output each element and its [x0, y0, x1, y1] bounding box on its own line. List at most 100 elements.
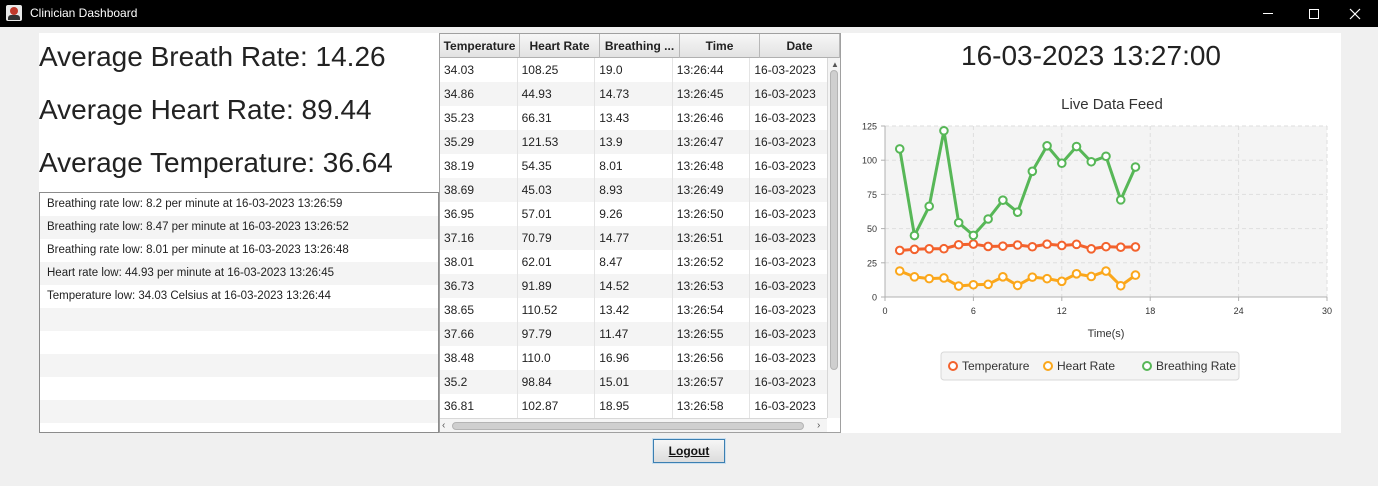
table-cell: 16-03-2023 [750, 322, 828, 346]
legend-label: Heart Rate [1057, 359, 1115, 373]
data-point [1012, 240, 1023, 250]
table-cell: 13:26:50 [673, 202, 751, 226]
data-point [1027, 166, 1038, 177]
alerts-list[interactable]: Breathing rate low: 8.2 per minute at 16… [39, 192, 439, 433]
table-cell: 34.86 [440, 82, 518, 106]
readings-table[interactable]: Temperature Heart Rate Breathing ... Tim… [439, 33, 841, 433]
data-point [998, 195, 1008, 205]
data-point [909, 244, 920, 255]
table-row[interactable]: 35.2 98.84 15.01 13:26:57 16-03-2023 [440, 370, 828, 394]
table-cell: 70.79 [518, 226, 596, 250]
table-cell: 16-03-2023 [750, 346, 828, 370]
table-cell: 45.03 [518, 178, 596, 202]
table-cell: 108.25 [518, 58, 596, 82]
table-cell: 16-03-2023 [750, 226, 828, 250]
table-row[interactable]: 36.81 102.87 18.95 13:26:58 16-03-2023 [440, 394, 828, 418]
table-cell: 15.01 [595, 370, 673, 394]
alert-item[interactable]: Breathing rate low: 8.47 per minute at 1… [40, 216, 438, 239]
column-header-breathing-rate[interactable]: Breathing ... [600, 34, 680, 58]
table-row[interactable]: 35.23 66.31 13.43 13:26:46 16-03-2023 [440, 106, 828, 130]
horizontal-scrollbar[interactable]: ‹ › [440, 418, 827, 432]
table-cell: 57.01 [518, 202, 596, 226]
minimize-button[interactable] [1245, 0, 1291, 27]
column-header-date[interactable]: Date [760, 34, 840, 58]
table-cell: 16-03-2023 [750, 274, 828, 298]
logout-button[interactable]: Logout [652, 438, 726, 464]
y-tick-label: 125 [862, 122, 877, 132]
table-cell: 13:26:48 [673, 154, 751, 178]
close-button[interactable] [1332, 0, 1378, 27]
data-point [1057, 276, 1067, 287]
table-row[interactable]: 36.95 57.01 9.26 13:26:50 16-03-2023 [440, 202, 828, 226]
table-cell: 13.42 [595, 298, 673, 322]
legend-label: Temperature [962, 359, 1030, 373]
column-header-time[interactable]: Time [680, 34, 760, 58]
table-cell: 16-03-2023 [750, 202, 828, 226]
table-row[interactable]: 37.16 70.79 14.77 13:26:51 16-03-2023 [440, 226, 828, 250]
alert-item[interactable]: Breathing rate low: 8.01 per minute at 1… [40, 239, 438, 262]
table-row[interactable]: 34.03 108.25 19.0 13:26:44 16-03-2023 [440, 58, 828, 82]
chart-title: Live Data Feed [1061, 96, 1163, 113]
table-cell: 54.35 [518, 154, 596, 178]
table-cell: 102.87 [518, 394, 596, 418]
table-row[interactable]: 38.19 54.35 8.01 13:26:48 16-03-2023 [440, 154, 828, 178]
data-point [1042, 239, 1052, 249]
table-cell: 110.0 [518, 346, 596, 370]
table-row[interactable]: 36.73 91.89 14.52 13:26:53 16-03-2023 [440, 274, 828, 298]
data-point [894, 266, 905, 276]
scroll-right-icon[interactable]: › [817, 419, 820, 432]
x-tick-label: 30 [1322, 306, 1332, 316]
y-tick-label: 0 [872, 293, 877, 303]
table-cell: 8.01 [595, 154, 673, 178]
data-point [1101, 151, 1111, 162]
table-cell: 16-03-2023 [750, 178, 828, 202]
alert-item[interactable]: Heart rate low: 44.93 per minute at 16-0… [40, 262, 438, 285]
table-cell: 121.53 [518, 130, 596, 154]
vertical-scrollbar[interactable]: ▲ [827, 58, 840, 418]
vertical-scroll-thumb[interactable] [830, 70, 838, 370]
average-heart-rate: Average Heart Rate: 89.44 [39, 94, 372, 125]
table-cell: 8.47 [595, 250, 673, 274]
maximize-button[interactable] [1291, 0, 1337, 27]
y-tick-label: 25 [867, 258, 877, 268]
table-cell: 35.23 [440, 106, 518, 130]
table-cell: 13:26:55 [673, 322, 751, 346]
y-tick-label: 100 [862, 156, 877, 166]
data-point [939, 125, 949, 136]
table-cell: 38.01 [440, 250, 518, 274]
data-point [1130, 162, 1141, 172]
data-point [968, 279, 979, 290]
table-cell: 13.9 [595, 130, 673, 154]
legend-symbol [948, 361, 958, 371]
table-cell: 37.66 [440, 322, 518, 346]
table-row[interactable]: 38.48 110.0 16.96 13:26:56 16-03-2023 [440, 346, 828, 370]
maximize-icon [1309, 8, 1319, 19]
table-row[interactable]: 34.86 44.93 14.73 13:26:45 16-03-2023 [440, 82, 828, 106]
table-cell: 16-03-2023 [750, 130, 828, 154]
alert-item[interactable]: Breathing rate low: 8.2 per minute at 16… [40, 193, 438, 216]
data-point [1086, 156, 1097, 167]
column-header-temperature[interactable]: Temperature [440, 34, 520, 58]
alert-empty-row [40, 377, 438, 400]
alert-item[interactable]: Temperature low: 34.03 Celsius at 16-03-… [40, 285, 438, 308]
table-cell: 16-03-2023 [750, 370, 828, 394]
data-point [1012, 280, 1023, 291]
table-row[interactable]: 38.69 45.03 8.93 13:26:49 16-03-2023 [440, 178, 828, 202]
data-point [939, 243, 949, 254]
table-cell: 62.01 [518, 250, 596, 274]
table-row[interactable]: 35.29 121.53 13.9 13:26:47 16-03-2023 [440, 130, 828, 154]
y-tick-label: 75 [867, 190, 877, 200]
scroll-left-icon[interactable]: ‹ [442, 419, 445, 432]
column-header-heart-rate[interactable]: Heart Rate [520, 34, 600, 58]
table-row[interactable]: 37.66 97.79 11.47 13:26:55 16-03-2023 [440, 322, 828, 346]
data-point [1012, 207, 1023, 217]
table-row[interactable]: 38.65 110.52 13.42 13:26:54 16-03-2023 [440, 298, 828, 322]
horizontal-scroll-thumb[interactable] [452, 422, 804, 430]
scroll-up-icon[interactable]: ▲ [831, 60, 839, 69]
table-row[interactable]: 38.01 62.01 8.47 13:26:52 16-03-2023 [440, 250, 828, 274]
x-tick-label: 6 [971, 306, 976, 316]
data-point [968, 239, 979, 249]
table-cell: 9.26 [595, 202, 673, 226]
table-body: 34.03 108.25 19.0 13:26:44 16-03-2023 34.86 44… [440, 58, 828, 418]
data-point [1027, 272, 1038, 282]
